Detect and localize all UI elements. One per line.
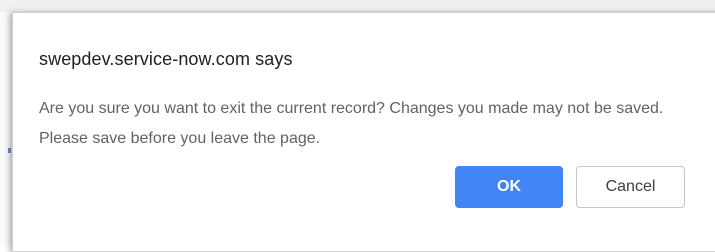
page-edge-mark xyxy=(8,148,11,153)
cancel-button[interactable]: Cancel xyxy=(576,166,685,208)
dialog-message: Are you sure you want to exit the curren… xyxy=(39,100,664,147)
ok-button[interactable]: OK xyxy=(455,166,563,208)
dialog-title: swepdev.service-now.com says xyxy=(39,49,293,69)
page-left-edge xyxy=(0,12,12,244)
cancel-button-label: Cancel xyxy=(605,178,656,195)
confirm-dialog: swepdev.service-now.com says Are you sur… xyxy=(12,12,715,252)
ok-button-label: OK xyxy=(497,178,521,195)
